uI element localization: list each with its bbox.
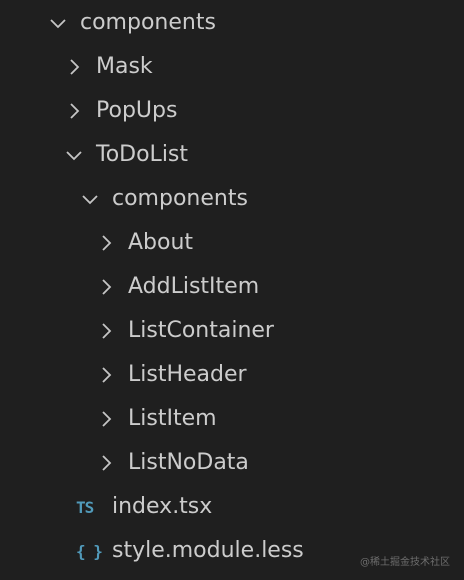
folder-label: ListNoData [128,450,249,475]
folder-label: About [128,230,194,255]
folder-label: ListItem [128,406,217,431]
file-label: style.module.less [112,538,304,563]
chevron-right-icon [63,89,85,133]
chevron-right-icon [95,309,117,353]
folder-listheader[interactable]: ListHeader [0,353,464,397]
folder-listnodata[interactable]: ListNoData [0,441,464,485]
chevron-right-icon [95,221,117,265]
watermark: @稀土掘金技术社区 [360,557,450,568]
folder-mask[interactable]: Mask [0,45,464,89]
chevron-right-icon [95,397,117,441]
file-label: index.tsx [112,494,213,519]
chevron-right-icon [95,353,117,397]
folder-label: ToDoList [96,142,189,167]
chevron-down-icon [47,1,69,45]
chevron-right-icon [95,441,117,485]
folder-label: PopUps [96,98,178,123]
folder-about[interactable]: About [0,221,464,265]
folder-label: components [80,10,216,35]
folder-label: AddListItem [128,274,260,299]
folder-listitem[interactable]: ListItem [0,397,464,441]
chevron-down-icon [79,177,101,221]
folder-label: ListContainer [128,318,274,343]
folder-todolist[interactable]: ToDoList [0,133,464,177]
folder-label: Mask [96,54,153,79]
file-index-tsx[interactable]: TS index.tsx [0,485,464,529]
folder-label: components [112,186,248,211]
folder-todolist-components[interactable]: components [0,177,464,221]
chevron-right-icon [63,45,85,89]
braces-icon: { } [76,541,103,561]
chevron-right-icon [95,265,117,309]
typescript-icon: TS [76,497,94,517]
folder-components[interactable]: components [0,1,464,45]
folder-listcontainer[interactable]: ListContainer [0,309,464,353]
folder-label: ListHeader [128,362,247,387]
folder-popups[interactable]: PopUps [0,89,464,133]
chevron-down-icon [63,133,85,177]
file-explorer-tree: components Mask PopUps ToDoList componen… [0,0,464,580]
folder-addlistitem[interactable]: AddListItem [0,265,464,309]
